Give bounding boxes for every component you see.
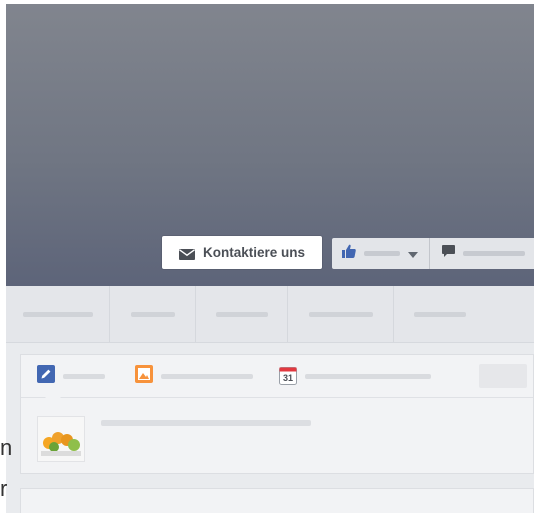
composer-tab-status[interactable]: [21, 355, 121, 397]
nav-tab-placeholder: [130, 311, 175, 317]
page-nav: [6, 286, 534, 343]
nav-tab-3[interactable]: [196, 286, 288, 342]
nav-tab-placeholder: [414, 311, 466, 317]
envelope-icon: [178, 247, 195, 260]
contact-us-button[interactable]: Kontaktiere uns: [162, 236, 322, 269]
composer-tab-label-placeholder: [63, 373, 105, 379]
contact-us-label: Kontaktiere uns: [202, 245, 306, 260]
composer-tab-label-placeholder: [305, 373, 431, 379]
like-label-placeholder: [364, 251, 400, 256]
message-button[interactable]: [430, 238, 534, 269]
nav-tab-1[interactable]: [6, 286, 110, 342]
page-avatar: [37, 416, 85, 462]
page-action-buttons: [332, 238, 534, 269]
nav-tab-placeholder: [22, 311, 93, 317]
active-tab-caret: [45, 390, 61, 398]
composer-tab-photo[interactable]: [121, 355, 263, 397]
pencil-icon: [37, 364, 55, 388]
post-composer: 31: [20, 354, 534, 474]
edge-text-1: n: [0, 435, 13, 460]
calendar-icon: 31: [279, 367, 297, 385]
calendar-day: 31: [282, 373, 293, 383]
nav-tab-5[interactable]: [394, 286, 486, 342]
nav-tab-placeholder: [215, 311, 268, 317]
composer-tab-event[interactable]: 31: [263, 355, 431, 397]
nav-tab-placeholder: [308, 311, 373, 317]
page-frame: Kontaktiere uns 31: [6, 4, 534, 513]
composer-body: [21, 398, 533, 474]
nav-tab-2[interactable]: [110, 286, 196, 342]
composer-prompt-placeholder[interactable]: [101, 420, 311, 426]
caret-down-icon[interactable]: [408, 245, 418, 263]
nav-tab-4[interactable]: [288, 286, 394, 342]
like-button[interactable]: [332, 238, 430, 269]
composer-tab-label-placeholder: [161, 373, 253, 379]
composer-post-placeholder: [479, 364, 527, 388]
edge-text-2: r: [0, 476, 8, 501]
photo-icon: [135, 364, 153, 388]
next-card: [20, 488, 534, 513]
message-label-placeholder: [463, 251, 525, 256]
speech-bubble-icon: [442, 244, 455, 263]
composer-tabs: 31: [21, 355, 533, 398]
thumbs-up-icon: [342, 244, 356, 263]
